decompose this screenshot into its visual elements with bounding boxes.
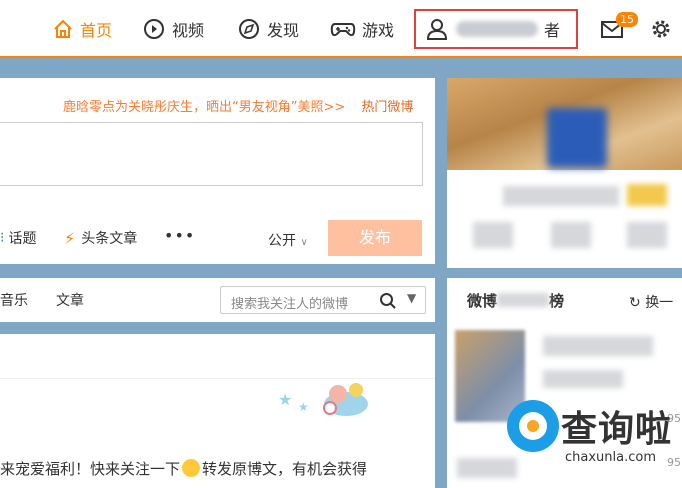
username-blurred <box>503 186 619 206</box>
profile-link[interactable]: 者 <box>414 9 578 49</box>
article-label: 头条文章 <box>81 231 138 247</box>
star-icon: ★ <box>278 390 293 409</box>
refresh-label: 换一 <box>645 295 674 311</box>
hot-topic-link[interactable]: 鹿晗零点为关晓彤庆生，晒出“男友视角”美照>> <box>63 100 345 115</box>
nav-games-label: 游戏 <box>362 21 395 40</box>
divider <box>0 378 435 379</box>
search-icon[interactable] <box>379 292 397 310</box>
nav-discover[interactable]: 发现 <box>237 14 299 44</box>
article-button[interactable]: ⚡ 头条文章 <box>64 228 137 248</box>
user-icon <box>426 19 448 40</box>
post-text-part2: 转发原博文，有机会获得 <box>202 460 368 478</box>
post-composer: 鹿晗零点为关晓彤庆生，晒出“男友视角”美照>> 热门微博 ⁝ 话题 ⚡ 头条文章… <box>0 78 435 264</box>
site-watermark: 查询啦 chaxunla.com <box>505 396 682 488</box>
visibility-value: 公开 <box>268 233 296 249</box>
cartoon-decoration <box>323 383 368 416</box>
stat-blurred <box>627 222 667 248</box>
hot-rank-title-tail: 榜 <box>549 292 565 310</box>
top-nav-bar: 首页 视频 发现 游戏 者 15 <box>0 0 682 58</box>
nav-home[interactable]: 首页 <box>52 14 112 44</box>
hot-rank-title-head: 微博 <box>467 292 498 310</box>
topic-icon: ⁝ <box>0 230 5 246</box>
profile-card <box>447 78 682 268</box>
compass-icon <box>239 19 259 39</box>
watermark-logo-icon <box>507 400 559 452</box>
nav-home-label: 首页 <box>80 21 113 40</box>
badge-blurred <box>627 184 667 206</box>
feed-filter-bar: 音乐 文章 搜索我关注人的微博 ▼ <box>0 278 435 322</box>
watermark-url: chaxunla.com <box>565 450 656 465</box>
tab-article[interactable]: 文章 <box>56 290 84 310</box>
emoji-icon <box>182 459 201 477</box>
nav-games[interactable]: 游戏 <box>330 14 394 44</box>
tab-music[interactable]: 音乐 <box>0 290 28 310</box>
hot-item-text-blurred <box>543 370 623 388</box>
stat-blurred <box>551 222 591 248</box>
topic-button[interactable]: ⁝ 话题 <box>0 228 36 248</box>
lightning-icon: ⚡ <box>64 228 76 248</box>
username-suffix: 者 <box>544 21 561 40</box>
gamepad-icon <box>330 23 356 37</box>
publish-button[interactable]: 发布 <box>328 220 422 256</box>
nav-discover-label: 发现 <box>267 21 300 40</box>
caret-down-icon[interactable]: ▼ <box>407 291 416 305</box>
message-count-badge: 15 <box>616 12 638 27</box>
hot-rank-title: 微博 榜 <box>467 290 564 311</box>
star-icon: ★ <box>298 400 309 414</box>
blurred-username <box>456 21 538 37</box>
nav-video-label: 视频 <box>172 21 205 40</box>
nav-video[interactable]: 视频 <box>142 14 204 44</box>
hot-item-text-blurred <box>543 336 653 356</box>
refresh-icon: ↻ <box>629 295 646 311</box>
search-placeholder: 搜索我关注人的微博 <box>231 297 349 312</box>
hot-topic-line: 鹿晗零点为关晓彤庆生，晒出“男友视角”美照>> 热门微博 <box>63 96 413 115</box>
watermark-title: 查询啦 <box>561 409 673 450</box>
title-blurred <box>497 293 550 307</box>
video-icon <box>144 19 164 39</box>
post-text: 来宠爱福利！快来关注一下 转发原博文，有机会获得 <box>0 458 367 479</box>
gear-icon[interactable] <box>650 18 672 40</box>
topic-label: 话题 <box>8 231 37 247</box>
stat-blurred <box>473 222 513 248</box>
more-tools-button[interactable]: ••• <box>164 226 195 245</box>
refresh-button[interactable]: ↻ 换一 <box>629 292 673 312</box>
avatar[interactable] <box>547 108 607 168</box>
post-textarea[interactable] <box>0 122 423 186</box>
feed-post: ★ ★ 来宠爱福利！快来关注一下 转发原博文，有机会获得 <box>0 334 435 488</box>
chevron-down-icon: ∨ <box>300 237 308 248</box>
visibility-select[interactable]: 公开 ∨ <box>268 230 308 250</box>
hot-weibo-link[interactable]: 热门微博 <box>361 100 413 115</box>
post-text-part1: 来宠爱福利！快来关注一下 <box>0 460 181 478</box>
home-icon <box>54 19 72 38</box>
feed-search-input[interactable]: 搜索我关注人的微博 ▼ <box>220 286 426 314</box>
